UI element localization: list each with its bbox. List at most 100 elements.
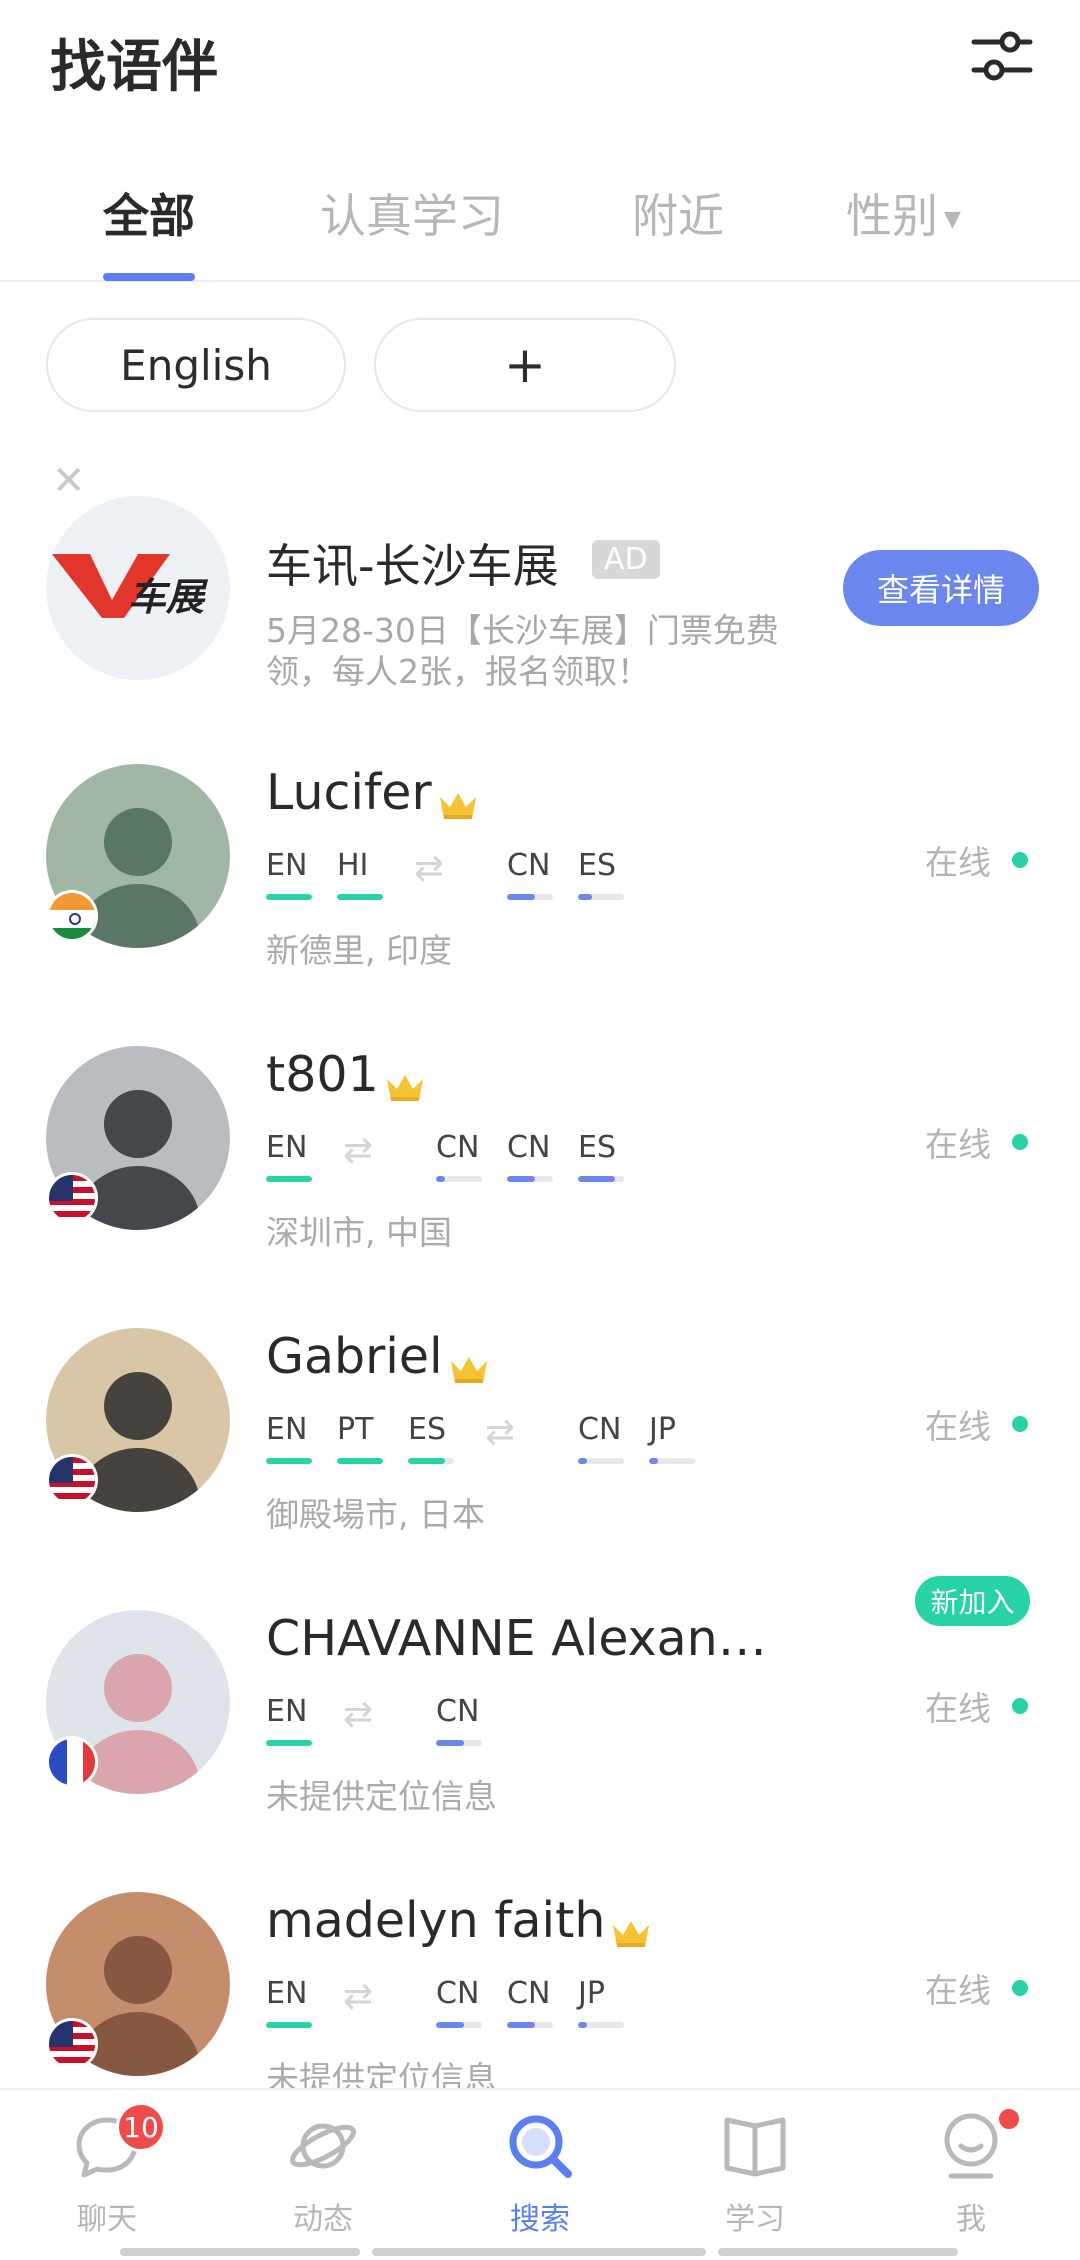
add-language-button[interactable]: + (374, 318, 676, 412)
proficiency-bar (578, 894, 624, 900)
tab-bar: 全部 认真学习 附近 性别 ▼ (0, 170, 1080, 282)
language-code: EN (266, 1412, 308, 1447)
language-code: CN (507, 1976, 551, 2011)
country-flag-icon (46, 890, 98, 942)
language-code: EN (266, 1976, 308, 2011)
language-code: ES (408, 1412, 446, 1447)
language-code: CN (436, 1694, 480, 1729)
ad-title[interactable]: 车讯-长沙车展 (266, 530, 559, 596)
ad-tag: AD (592, 540, 660, 579)
proficiency-bar (266, 2022, 312, 2028)
ad-logo[interactable]: 车展 (46, 496, 230, 680)
nav-search-label: 搜索 (510, 2202, 570, 2237)
proficiency-bar (507, 2022, 553, 2028)
proficiency-bar (649, 1458, 695, 1464)
user-name-text: CHAVANNE Alexan… (266, 1610, 767, 1667)
proficiency-bar (436, 1740, 482, 1746)
swap-arrows-icon: ⇄ (414, 848, 445, 889)
ad-description-line-1: 5月28-30日【长沙车展】门票免费 (266, 611, 779, 650)
online-dot (1012, 1698, 1028, 1714)
notification-dot (996, 2106, 1022, 2132)
close-icon[interactable]: ✕ (52, 458, 86, 504)
nav-me-label: 我 (956, 2202, 986, 2237)
filter-settings-icon[interactable] (966, 20, 1038, 92)
language-code: CN (578, 1412, 622, 1447)
proficiency-bar (436, 2022, 482, 2028)
online-status: 在线 (925, 1689, 991, 1728)
user-row[interactable]: Gabriel EN PT ES ⇄ CN JP 御殿場市, 日本 在线 (0, 1328, 1080, 1610)
user-name-text: t801 (266, 1046, 379, 1103)
swap-arrows-icon: ⇄ (343, 1694, 374, 1735)
user-row[interactable]: CHAVANNE Alexan… EN ⇄ CN 未提供定位信息 在线 新加入 (0, 1576, 1080, 1892)
bottom-nav: 聊天 10 动态 搜索 学习 我 (0, 2088, 1080, 2260)
user-row[interactable]: Lucifer EN HI ⇄ CN ES 新德里, 印度 在线 (0, 764, 1080, 1046)
online-status: 在线 (925, 1971, 991, 2010)
language-code: JP (649, 1412, 676, 1447)
user-name-text: madelyn faith (266, 1892, 606, 1949)
online-dot (1012, 1980, 1028, 1996)
user-name[interactable]: Gabriel (266, 1328, 491, 1385)
proficiency-bar (266, 1176, 312, 1182)
country-flag-icon (46, 2018, 98, 2070)
proficiency-bar (578, 1176, 624, 1182)
page-title: 找语伴 (50, 35, 218, 100)
ad-logo-image: 车展 (52, 554, 209, 619)
proficiency-bar (436, 1176, 482, 1182)
nav-chat-label: 聊天 (77, 2202, 137, 2237)
unread-badge: 10 (116, 2102, 166, 2152)
vip-crown-icon (609, 1906, 653, 1947)
proficiency-bar (266, 894, 312, 900)
caret-down-icon: ▼ (944, 207, 961, 232)
user-name[interactable]: Lucifer (266, 764, 480, 821)
nav-chat[interactable]: 聊天 10 (32, 2102, 182, 2238)
tab-gender[interactable]: 性别 ▼ (846, 180, 961, 246)
proficiency-bar (337, 894, 383, 900)
tab-nearby[interactable]: 附近 (632, 180, 724, 246)
home-indicator-segment (718, 2248, 958, 2256)
proficiency-bar (266, 1458, 312, 1464)
header: 找语伴 (0, 0, 1080, 120)
planet-icon (290, 2123, 356, 2169)
language-code: CN (436, 1976, 480, 2011)
language-code: PT (337, 1412, 374, 1447)
user-location: 御殿場市, 日本 (266, 1495, 485, 1534)
proficiency-bar (507, 894, 553, 900)
proficiency-bar (578, 2022, 624, 2028)
proficiency-bar (408, 1458, 454, 1464)
view-details-button[interactable]: 查看详情 (843, 550, 1039, 626)
language-code: EN (266, 1694, 308, 1729)
search-icon (509, 2115, 572, 2178)
new-member-badge: 新加入 (915, 1576, 1030, 1626)
nav-me[interactable]: 我 (896, 2106, 1046, 2238)
user-name-text: Lucifer (266, 764, 432, 821)
user-location: 未提供定位信息 (266, 1777, 497, 1816)
vip-crown-icon (447, 1342, 491, 1383)
language-code: CN (507, 848, 551, 883)
nav-learn-label: 学习 (725, 2202, 785, 2237)
home-indicator-segment (372, 2248, 706, 2256)
language-code: EN (266, 1130, 308, 1165)
nav-search[interactable]: 搜索 (465, 2106, 615, 2238)
tab-all[interactable]: 全部 (103, 180, 195, 246)
country-flag-icon (46, 1736, 98, 1788)
swap-arrows-icon: ⇄ (485, 1412, 516, 1453)
proficiency-bar (578, 1458, 624, 1464)
country-flag-icon (46, 1454, 98, 1506)
home-indicator-segment (120, 2248, 360, 2256)
vip-crown-icon (383, 1060, 427, 1101)
ad-description-line-2: 领，每人2张，报名领取！ (266, 652, 650, 691)
tab-gender-label: 性别 (846, 189, 938, 243)
vip-crown-icon (436, 778, 480, 819)
online-dot (1012, 1134, 1028, 1150)
nav-learn[interactable]: 学习 (680, 2106, 830, 2238)
user-name[interactable]: madelyn faith (266, 1892, 653, 1949)
tab-serious-study[interactable]: 认真学习 (320, 180, 504, 246)
language-chip-english[interactable]: English (46, 318, 346, 412)
proficiency-bar (507, 1176, 553, 1182)
user-name[interactable]: t801 (266, 1046, 427, 1103)
online-dot (1012, 852, 1028, 868)
nav-moments[interactable]: 动态 (248, 2106, 398, 2238)
user-row[interactable]: t801 EN ⇄ CN CN ES 深圳市, 中国 在线 (0, 1046, 1080, 1328)
ad-logo-text: 车展 (128, 575, 209, 619)
user-name[interactable]: CHAVANNE Alexan… (266, 1610, 767, 1667)
